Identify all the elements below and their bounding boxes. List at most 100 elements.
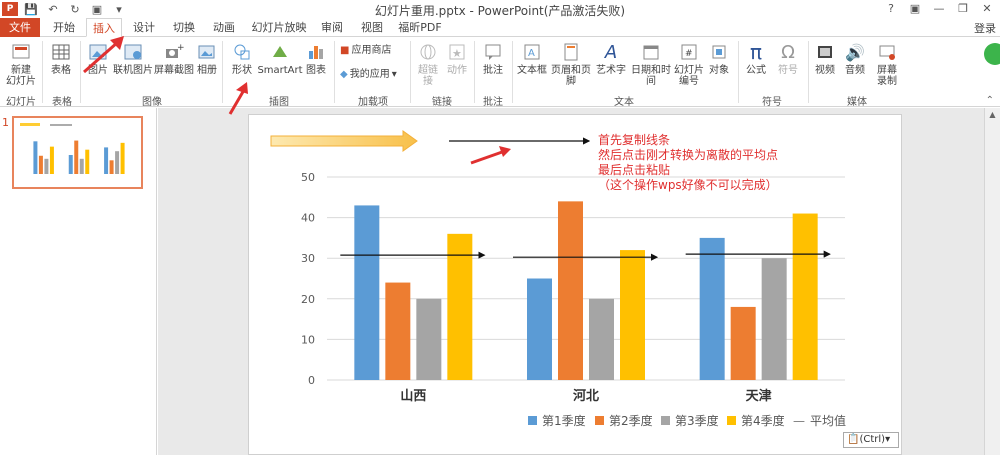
bar-2-3[interactable] [730,306,756,380]
pi-icon: π [749,39,763,64]
group-separator [222,41,223,103]
chart-button[interactable]: 图表 [302,41,330,76]
scroll-up-icon[interactable]: ▲ [988,110,998,119]
table-button[interactable]: 表格 [46,41,76,76]
tab-animations[interactable]: 动画 [206,18,242,37]
bar-2-2[interactable] [558,201,583,380]
x-category-label: 天津 [746,388,772,404]
y-tick-label: 10 [301,333,315,346]
app-store-button[interactable]: ■ 应用商店 [340,45,391,56]
hyperlink-label: 超链接 [418,65,438,87]
screenshot-button[interactable]: + 屏幕截图 [154,41,194,76]
new-slide-icon [10,41,32,63]
help-icon[interactable]: ? [882,1,900,17]
svg-text:+: + [177,43,184,53]
wordart-button[interactable]: A 艺术字 [594,41,628,76]
close-icon[interactable]: ✕ [978,1,996,17]
shapes-button[interactable]: 形状 [228,41,256,76]
legend-item-q3[interactable]: 第3季度 [661,412,719,429]
smartart-button[interactable]: SmartArt [257,41,303,76]
textbox-icon: A [521,41,543,63]
bar-3-3[interactable] [761,258,787,380]
tab-file[interactable]: 文件 [0,18,40,37]
thumbnail-bar [68,155,73,174]
smartart-label: SmartArt [257,65,303,76]
slide-thumbnail[interactable] [12,116,143,189]
screen-recording-button[interactable]: 屏幕 录制 [872,41,902,87]
action-button[interactable]: ★ 动作 [444,41,470,76]
legend-item-q4[interactable]: 第4季度 [727,412,785,429]
paste-options-tag[interactable]: 📋(Ctrl)▾ [843,432,899,448]
thumbnail-bar [44,158,49,174]
legend-dash: — [793,413,805,428]
symbol-button[interactable]: Ω 符号 [774,41,802,76]
group-separator [42,41,43,103]
legend-item-q2[interactable]: 第2季度 [595,412,653,429]
ribbon-display-icon[interactable]: ▣ [906,1,924,17]
hyperlink-button[interactable]: 超链接 [414,41,442,87]
video-button[interactable]: 视频 [812,41,838,76]
header-footer-button[interactable]: 页眉和页脚 [548,41,594,87]
tab-slideshow[interactable]: 幻灯片放映 [246,18,312,37]
bar-1-3[interactable] [699,237,725,380]
globe-icon [417,41,439,63]
bar-3-1[interactable] [416,298,442,380]
thumbnail-bar [85,149,90,174]
bar-4-1[interactable] [447,233,473,380]
app-store-label: 应用商店 [351,45,392,56]
window-controls: ? ▣ — ❐ ✕ [882,1,996,17]
red-tutorial-arrow-insert [83,36,124,74]
yellow-arrow-shape[interactable] [270,130,418,152]
video-label: 视频 [815,65,835,76]
new-slide-button[interactable]: 新建 幻灯片 [4,41,38,87]
object-button[interactable]: 对象 [706,41,732,76]
comment-icon [482,41,504,63]
tab-review[interactable]: 审阅 [314,18,350,37]
restore-icon[interactable]: ❐ [954,1,972,17]
header-footer-label: 页眉和页脚 [551,65,591,87]
date-time-button[interactable]: 日期和时间 [628,41,674,87]
legend-item-q1[interactable]: 第1季度 [528,412,586,429]
thumbnail-bar [120,142,125,174]
textbox-label: 文本框 [517,65,547,76]
legend-label: 平均值 [810,414,847,428]
bar-2-1[interactable] [385,282,411,380]
bar-1-1[interactable] [354,205,380,380]
thumbnail-bar [109,160,114,174]
chart-label: 图表 [306,65,326,76]
collapse-ribbon-icon[interactable]: ⌃ [986,95,994,106]
thumbnail-bar [104,147,109,174]
vertical-scrollbar[interactable]: ▲ [984,108,1000,455]
legend-swatch [595,416,604,425]
chart[interactable]: 0 10 20 30 40 50 山西 河北 天津 [249,115,903,456]
my-apps-button[interactable]: ◆ 我的应用 ▾ [340,69,397,80]
photo-album-icon [196,41,218,63]
chart-icon [305,41,327,63]
tab-transitions[interactable]: 切换 [166,18,202,37]
login-link[interactable]: 登录 [974,20,996,36]
slide-canvas[interactable]: 0 10 20 30 40 50 山西 河北 天津 [248,114,902,455]
tab-view[interactable]: 视图 [354,18,390,37]
film-icon [814,41,836,63]
slide-number-button[interactable]: # 幻灯片 编号 [674,41,704,87]
audio-button[interactable]: 🔊 音频 [842,41,868,76]
chevron-down-icon: ▾ [885,434,891,445]
tab-home[interactable]: 开始 [46,18,82,37]
equation-button[interactable]: π 公式 [742,39,770,77]
textbox-button[interactable]: A 文本框 [516,41,548,76]
tab-foxit-pdf[interactable]: 福昕PDF [392,18,448,37]
bar-4-2[interactable] [620,250,645,380]
comment-button[interactable]: 批注 [478,41,508,76]
bar-3-2[interactable] [589,298,614,380]
group-label-images: 图像 [142,97,162,108]
screen-recording-icon [876,41,898,63]
minimize-icon[interactable]: — [930,1,948,17]
my-apps-icon: ◆ [340,69,348,80]
legend-item-average[interactable]: — 平均值 [793,412,846,429]
tab-design[interactable]: 设计 [126,18,162,37]
clipboard-icon: 📋 [847,434,860,445]
bar-1-2[interactable] [527,278,552,381]
bar-4-3[interactable] [792,213,818,380]
svg-text:★: ★ [452,47,462,60]
photo-album-button[interactable]: 相册 [194,41,220,76]
